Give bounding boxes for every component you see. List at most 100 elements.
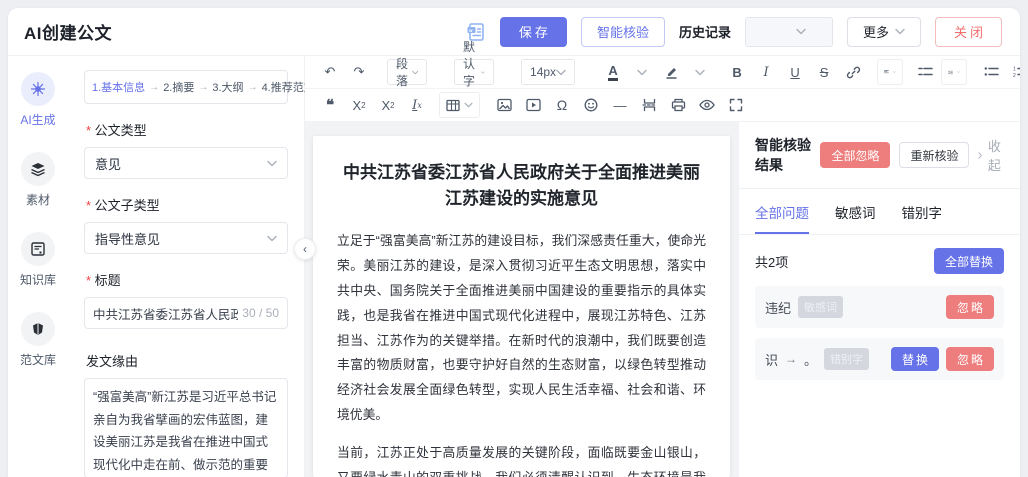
chevron-down-icon: [556, 69, 566, 75]
insert-image-button[interactable]: [491, 92, 517, 118]
bold-button[interactable]: B: [724, 59, 750, 85]
replace-all-button[interactable]: 全部替换: [933, 248, 1004, 274]
paragraph-style-select[interactable]: 段落: [387, 57, 428, 88]
blockquote-button[interactable]: ❝: [317, 92, 343, 118]
step-summary[interactable]: 2.摘要: [163, 79, 194, 95]
bullet-list-icon: [984, 67, 999, 76]
font-family-select[interactable]: 默认字体: [454, 40, 495, 105]
superscript-button[interactable]: X2: [375, 92, 401, 118]
arrow-icon: →: [785, 352, 798, 366]
strikethrough-button[interactable]: S: [811, 59, 837, 85]
document-title: 中共江苏省委江苏省人民政府关于全面推进美丽江苏建设的实施意见: [343, 163, 700, 209]
eye-icon: [699, 99, 715, 111]
title-label: 标题: [86, 270, 286, 289]
tab-typos[interactable]: 错别字: [902, 189, 943, 234]
chevron-down-icon: [464, 102, 473, 108]
issue-type-badge: 敏感词: [798, 296, 844, 318]
page-break-icon: [641, 98, 655, 112]
insert-video-button[interactable]: [520, 92, 546, 118]
header: AI创建公文 w 保存 智能核验 历史记录 更多 关闭: [8, 8, 1020, 56]
materials-layers-icon: [31, 163, 45, 177]
underline-button[interactable]: U: [782, 59, 808, 85]
svg-text:1: 1: [1013, 67, 1016, 73]
document-page[interactable]: 中共江苏省委江苏省人民政府关于全面推进美丽江苏建设的实施意见 立足于“强富美高”…: [313, 136, 730, 477]
image-icon: [496, 98, 512, 112]
svg-text:w: w: [468, 28, 473, 33]
step-nav: 1.基本信息 → 2.摘要 → 3.大纲 → 4.推荐范文: [84, 70, 315, 104]
special-char-button[interactable]: Ω: [549, 92, 575, 118]
rail-item-materials[interactable]: 素材: [21, 152, 55, 208]
reason-label: 发文缘由: [86, 354, 139, 369]
ignore-button[interactable]: 忽略: [945, 347, 994, 371]
chevron-right-icon: [978, 151, 983, 159]
rail-item-ai-generate[interactable]: AI生成: [20, 72, 56, 128]
left-rail: AI生成 素材 知识库 范文库: [8, 56, 68, 477]
title-input[interactable]: [93, 306, 239, 320]
horizontal-rule-button[interactable]: —: [607, 92, 633, 118]
task-list-button[interactable]: [912, 59, 938, 85]
ordered-list-icon: 12: [1013, 67, 1020, 78]
font-color-button[interactable]: A: [600, 59, 626, 85]
clear-format-button[interactable]: Ix: [404, 92, 430, 118]
save-button[interactable]: 保存: [499, 16, 567, 47]
highlight-color-button[interactable]: [658, 59, 684, 85]
smart-check-button[interactable]: 智能核验: [580, 16, 665, 47]
fullscreen-button[interactable]: [723, 92, 749, 118]
issue-count: 共2项: [755, 254, 789, 270]
more-button[interactable]: 更多: [846, 16, 921, 47]
ignore-button[interactable]: 忽略: [945, 295, 994, 319]
chevron-down-icon: [895, 28, 905, 35]
svg-text:2: 2: [1013, 73, 1016, 78]
editor-canvas: 中共江苏省委江苏省人民政府关于全面推进美丽江苏建设的实施意见 立足于“强富美高”…: [305, 122, 738, 477]
italic-button[interactable]: I: [753, 59, 779, 85]
chevron-down-icon: [893, 71, 896, 73]
ordered-list-button[interactable]: 12: [1007, 59, 1020, 85]
issue-type-badge: 错别字: [824, 348, 870, 370]
bullet-list-button[interactable]: [978, 59, 1004, 85]
doc-subtype-label: 公文子类型: [86, 195, 286, 214]
issue-item: 识 → 。 错别字 替换 忽略: [755, 338, 1004, 380]
ignore-all-button[interactable]: 全部忽略: [820, 142, 891, 168]
title-counter: 30 / 50: [242, 306, 279, 320]
history-select[interactable]: [744, 16, 833, 47]
tab-sensitive-words[interactable]: 敏感词: [835, 189, 876, 234]
close-button[interactable]: 关闭: [934, 16, 1002, 47]
table-button[interactable]: [439, 92, 480, 118]
smart-check-panel: 智能核验结果 全部忽略 重新核验 收起 全部问题 敏感词 错别字 共2项 全部替…: [738, 122, 1020, 477]
template-library-icon: [32, 323, 43, 335]
replace-button[interactable]: 替换: [890, 347, 939, 371]
font-color-chevron-icon[interactable]: [629, 59, 655, 85]
collapse-results-button[interactable]: 收起: [978, 136, 1004, 174]
link-button[interactable]: [840, 59, 866, 85]
chevron-down-icon: [267, 160, 277, 166]
issue-text: 违纪: [765, 300, 792, 316]
page-break-button[interactable]: [636, 92, 662, 118]
redo-icon[interactable]: ↷: [346, 59, 372, 85]
align-left-icon: [884, 70, 889, 74]
highlight-chevron-icon[interactable]: [687, 59, 713, 85]
step-outline[interactable]: 3.大纲: [212, 79, 243, 95]
issue-text: 识: [765, 352, 779, 368]
emoji-button[interactable]: [578, 92, 604, 118]
align-button[interactable]: [877, 59, 904, 85]
tab-all-issues[interactable]: 全部问题: [755, 189, 809, 234]
preview-button[interactable]: [694, 92, 720, 118]
doc-type-select[interactable]: 意见: [84, 147, 288, 179]
rail-item-knowledge-base[interactable]: 知识库: [20, 232, 56, 288]
step-basic-info[interactable]: 1.基本信息: [92, 79, 145, 95]
print-button[interactable]: [665, 92, 691, 118]
font-size-select[interactable]: 14px: [521, 59, 576, 85]
doc-subtype-select[interactable]: 指导性意见: [84, 222, 288, 254]
collapse-panel-button[interactable]: ‹: [294, 238, 316, 260]
document-paragraph: 立足于“强富美高”新江苏的建设目标，我们深感责任重大，使命光荣。美丽江苏的建设，…: [337, 232, 706, 423]
line-height-button[interactable]: [941, 59, 968, 85]
rail-item-template-library[interactable]: 范文库: [20, 312, 56, 368]
header-actions: w 保存 智能核验 历史记录 更多 关闭: [464, 16, 1002, 47]
recheck-button[interactable]: 重新核验: [899, 142, 970, 168]
issue-item: 违纪 敏感词 忽略: [755, 286, 1004, 328]
line-height-icon: [948, 70, 953, 74]
highlighter-icon: [666, 67, 677, 79]
reason-textarea[interactable]: “强富美高”新江苏是习近平总书记亲自为我省擘画的宏伟蓝图，建设美丽江苏是我省在推…: [84, 378, 288, 477]
undo-icon[interactable]: ↶: [317, 59, 343, 85]
subscript-button[interactable]: X2: [346, 92, 372, 118]
